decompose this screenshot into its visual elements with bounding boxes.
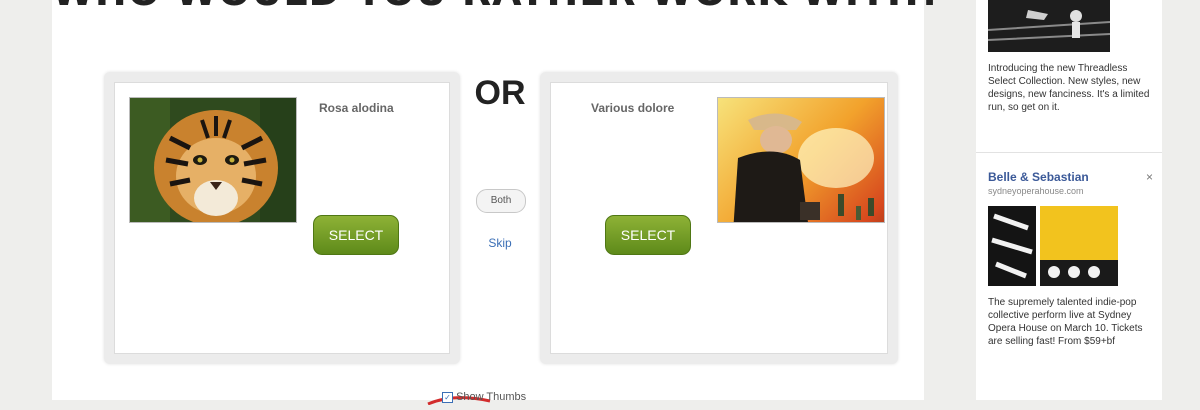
ads-sidebar: Introducing the new Threadless Select Co…: [976, 0, 1162, 400]
both-button[interactable]: Both: [476, 189, 526, 213]
choice-card-left-inner: Rosa alodina SELECT: [114, 82, 450, 354]
main-panel: WHO WOULD YOU RATHER WORK WITH?: [52, 0, 942, 406]
belle-ad-url: sydneyoperahouse.com: [988, 186, 1084, 196]
show-thumbs-checkbox-row[interactable]: ✓ Show Thumbs: [442, 391, 526, 403]
right-select-button[interactable]: SELECT: [605, 215, 691, 255]
sunset-man-photo-image: [718, 98, 884, 222]
choice-card-right-inner: Various dolore SELECT: [550, 82, 888, 354]
skip-link[interactable]: Skip: [476, 236, 524, 250]
show-thumbs-label: Show Thumbs: [456, 391, 527, 403]
or-divider-text: OR: [474, 74, 526, 112]
tiger-photo-image: [130, 98, 296, 222]
threadless-ad[interactable]: Introducing the new Threadless Select Co…: [976, 0, 1162, 153]
threadless-ad-text: Introducing the new Threadless Select Co…: [988, 63, 1150, 113]
choice-card-right: Various dolore SELECT: [540, 72, 898, 364]
right-choice-photo[interactable]: [717, 97, 885, 223]
belle-ad-text: The supremely talented indie-pop collect…: [988, 297, 1143, 347]
belle-ad-image[interactable]: [988, 206, 1118, 286]
choice-card-left: Rosa alodina SELECT: [104, 72, 460, 364]
threadless-ad-image[interactable]: [987, 0, 1111, 52]
belle-sebastian-logo-image: [988, 206, 1118, 286]
page-headline: WHO WOULD YOU RATHER WORK WITH?: [52, 0, 942, 14]
left-choice-title: Rosa alodina: [319, 101, 394, 115]
left-select-button[interactable]: SELECT: [313, 215, 399, 255]
belle-sebastian-ad[interactable]: Belle & Sebastian sydneyoperahouse.com ×…: [976, 166, 1162, 390]
left-choice-photo[interactable]: [129, 97, 297, 223]
close-icon[interactable]: ×: [1146, 170, 1153, 184]
right-choice-title: Various dolore: [591, 101, 675, 115]
belle-ad-title[interactable]: Belle & Sebastian: [988, 170, 1089, 184]
checkbox-checked-icon[interactable]: ✓: [442, 391, 453, 403]
skateboard-photo-image: [987, 0, 1111, 52]
